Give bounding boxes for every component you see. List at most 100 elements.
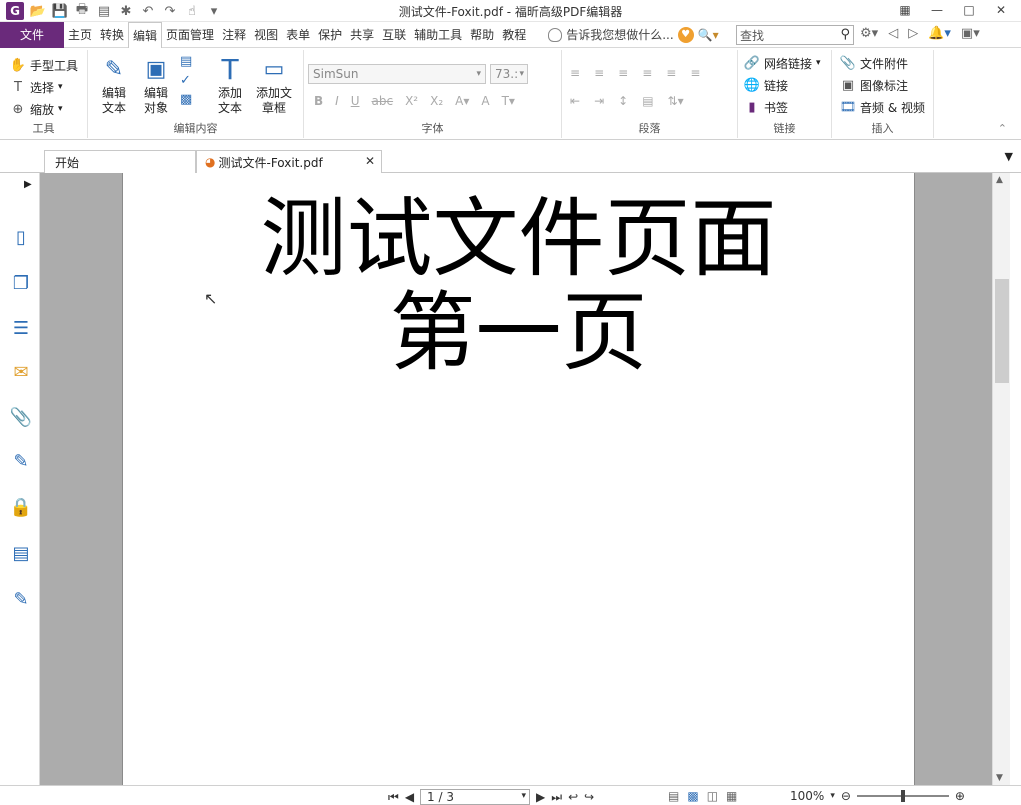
find-input[interactable]: 查找 ⚲	[736, 25, 854, 45]
last-page-icon[interactable]: ⏭	[551, 790, 562, 805]
tabs-dropdown-icon[interactable]: ▼	[1005, 150, 1013, 163]
justify-icon[interactable]: ≡	[690, 66, 700, 80]
tab-organize[interactable]: 页面管理	[162, 22, 218, 48]
tab-accessibility[interactable]: 辅助工具	[410, 22, 466, 48]
next-view-icon[interactable]: ↪	[584, 790, 594, 804]
align-left-icon[interactable]: ≡	[618, 66, 628, 80]
zoom-slider-knob[interactable]	[900, 790, 905, 802]
minimize-button[interactable]: —	[923, 1, 951, 19]
attachments-panel-icon[interactable]: 📎	[9, 405, 33, 429]
prev-page-icon[interactable]: ◀	[405, 790, 414, 804]
tab-comment[interactable]: 注释	[218, 22, 250, 48]
tell-me-box[interactable]: 告诉我您想做什么... ♥ 🔍▾	[548, 26, 719, 43]
facing-icon[interactable]: ◫	[707, 789, 718, 803]
para-spacing-icon[interactable]: ⇅▾	[668, 94, 684, 108]
security-lock-icon[interactable]: 🔒	[9, 495, 33, 519]
hand-tool-button[interactable]: ✋ 手型工具	[10, 54, 78, 76]
align-center-icon[interactable]: ≡	[642, 66, 652, 80]
line-spacing-icon[interactable]: ↕	[618, 94, 628, 108]
heart-icon[interactable]: ♥	[677, 26, 694, 43]
char-scale-icon[interactable]: ▤	[642, 94, 653, 108]
expand-panel-icon[interactable]: ▶	[24, 179, 32, 190]
vertical-scrollbar[interactable]: ▲ ▼	[992, 173, 1010, 785]
pages-panel-icon[interactable]: ❐	[9, 271, 33, 295]
bold-icon[interactable]: B	[314, 94, 323, 108]
search-icon[interactable]: ⚲	[840, 27, 850, 42]
previous-view-icon[interactable]: ↩	[568, 790, 578, 804]
image-annotation-button[interactable]: ▣ 图像标注	[840, 74, 925, 96]
strikethrough-icon[interactable]: abc	[372, 94, 394, 108]
edit-text-button[interactable]: ✎ 编辑文本	[92, 54, 136, 116]
bell-icon[interactable]: 🔔▾	[928, 26, 951, 41]
settings-icon[interactable]: ⚙▾	[860, 26, 878, 41]
increase-indent-icon[interactable]: ⇥	[594, 94, 604, 108]
reflow-icon[interactable]: ▤	[180, 54, 192, 69]
next-page-icon[interactable]: ▶	[536, 790, 545, 804]
underline-icon[interactable]: U	[351, 94, 360, 108]
spellcheck-icon[interactable]: ✓	[180, 73, 192, 88]
signatures-panel-icon[interactable]: ✎	[9, 449, 33, 473]
tab-document[interactable]: ◕ 测试文件-Foxit.pdf ✕	[196, 150, 382, 173]
document-view[interactable]: 测试文件页面 第一页	[40, 173, 992, 785]
search-options-icon[interactable]: 🔍▾	[698, 28, 719, 42]
italic-icon[interactable]: I	[335, 94, 339, 108]
bookmark-button[interactable]: ▮ 书签	[744, 96, 821, 118]
font-color-icon[interactable]: A▾	[455, 94, 469, 108]
pdf-page[interactable]: 测试文件页面 第一页	[122, 173, 915, 785]
decrease-indent-icon[interactable]: ⇤	[570, 94, 580, 108]
bookmarks-panel-icon[interactable]: ▯	[9, 225, 33, 249]
tab-connect[interactable]: 互联	[378, 22, 410, 48]
tab-share[interactable]: 共享	[346, 22, 378, 48]
zoom-tool-button[interactable]: ⊕ 缩放 ▾	[10, 98, 78, 120]
edit-object-button[interactable]: ▣ 编辑对象	[134, 54, 178, 116]
tab-home[interactable]: 主页	[64, 22, 96, 48]
user-icon[interactable]: ▣▾	[961, 26, 980, 41]
close-button[interactable]: ✕	[987, 1, 1015, 19]
font-family-select[interactable]: SimSun ▾	[308, 64, 486, 84]
numbered-list-icon[interactable]: ≡	[594, 66, 604, 80]
zoom-out-icon[interactable]: ⊖	[841, 789, 851, 803]
close-tab-icon[interactable]: ✕	[365, 154, 375, 168]
tab-protect[interactable]: 保护	[314, 22, 346, 48]
bullet-list-icon[interactable]: ≡	[570, 66, 580, 80]
tab-view[interactable]: 视图	[250, 22, 282, 48]
chevron-down-icon[interactable]: ▾	[830, 791, 835, 801]
audio-video-button[interactable]: 🎞 音频 & 视频	[840, 96, 925, 118]
layers-panel-icon[interactable]: ☰	[9, 316, 33, 340]
link-button[interactable]: 🌐 链接	[744, 74, 821, 96]
select-tool-button[interactable]: T 选择 ▾	[10, 76, 78, 98]
web-link-button[interactable]: 🔗 网络链接 ▾	[744, 52, 821, 74]
subscript-icon[interactable]: X₂	[430, 94, 443, 108]
maximize-button[interactable]: □	[955, 1, 983, 19]
restore-layout-icon[interactable]: ▦	[891, 1, 919, 19]
tab-help[interactable]: 帮助	[466, 22, 498, 48]
tab-tutorial[interactable]: 教程	[498, 22, 530, 48]
collapse-ribbon-icon[interactable]: ⌃	[998, 122, 1007, 135]
scroll-thumb[interactable]	[995, 279, 1009, 383]
zoom-slider[interactable]	[856, 790, 949, 802]
continuous-icon[interactable]: ▩	[687, 789, 698, 803]
tab-form[interactable]: 表单	[282, 22, 314, 48]
add-textbox-button[interactable]: ▭ 添加文章框	[252, 54, 296, 116]
text-size-icon[interactable]: T▾	[502, 94, 515, 108]
certify-panel-icon[interactable]: ✎	[9, 587, 33, 611]
add-text-button[interactable]: T 添加文本	[208, 54, 252, 116]
align-right-icon[interactable]: ≡	[666, 66, 676, 80]
scroll-up-icon[interactable]: ▲	[996, 175, 1003, 185]
char-spacing-icon[interactable]: A	[481, 94, 489, 108]
scroll-down-icon[interactable]: ▼	[996, 773, 1003, 783]
file-menu-button[interactable]: 文件	[0, 21, 64, 48]
continuous-facing-icon[interactable]: ▦	[726, 789, 737, 803]
find-replace-icon[interactable]: ▩	[180, 92, 192, 107]
first-page-icon[interactable]: ⏮	[388, 790, 399, 805]
tab-edit[interactable]: 编辑	[128, 21, 163, 49]
single-page-icon[interactable]: ▤	[668, 789, 679, 803]
tab-start[interactable]: 开始	[44, 150, 196, 173]
zoom-in-icon[interactable]: ⊕	[955, 789, 965, 803]
tab-convert[interactable]: 转换	[96, 22, 128, 48]
superscript-icon[interactable]: X²	[405, 94, 418, 108]
page-number-input[interactable]: 1 / 3 ▾	[420, 789, 531, 805]
comments-panel-icon[interactable]: ✉	[9, 360, 33, 384]
zoom-value[interactable]: 100%	[790, 789, 824, 803]
prev-icon[interactable]: ◁	[888, 26, 898, 41]
